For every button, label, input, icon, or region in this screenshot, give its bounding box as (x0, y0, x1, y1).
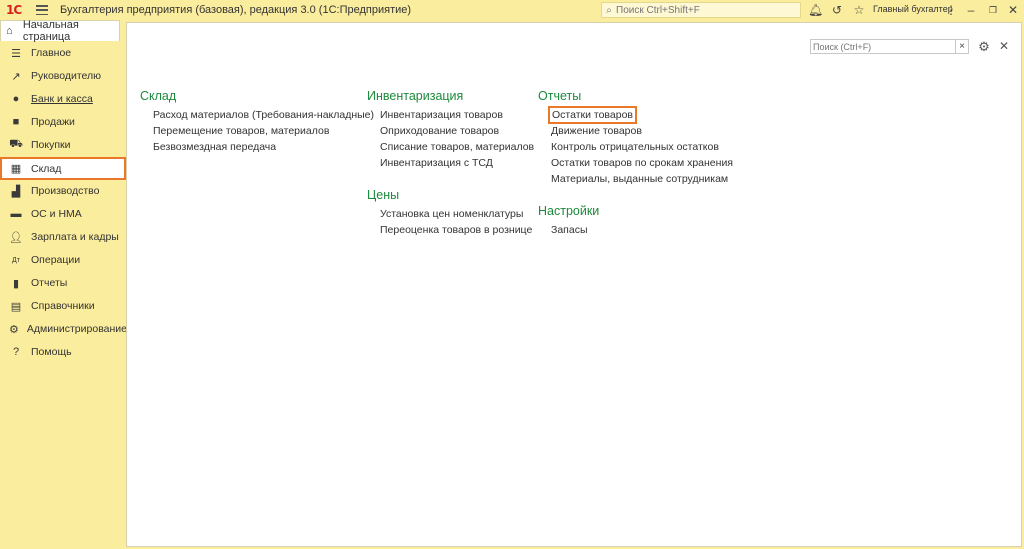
main-menu-icon[interactable] (36, 5, 48, 15)
link-goods-movement[interactable]: Движение товаров (551, 125, 642, 137)
link-inventory-tsd[interactable]: Инвентаризация с ТСД (380, 157, 493, 169)
factory-icon: ▟ (11, 185, 21, 198)
dt-kt-icon: Дт (12, 256, 20, 264)
person-icon: 👤︎ (9, 231, 23, 244)
sidebar-item-label: Производство (31, 185, 100, 197)
warehouse-grid-icon: ▦ (10, 163, 22, 175)
settings-gear-icon[interactable]: ⚙ (977, 39, 991, 54)
sidebar-item-sales[interactable]: ■ Продажи (0, 111, 126, 133)
sidebar-item-reports[interactable]: ▮ Отчеты (0, 272, 126, 294)
sidebar-item-label: Склад (31, 162, 62, 175)
link-material-issue[interactable]: Расход материалов (Требования-накладные) (153, 109, 374, 121)
link-goods-receipt[interactable]: Оприходование товаров (380, 125, 499, 137)
title-bar: 1С Бухгалтерия предприятия (базовая), ре… (0, 0, 1024, 20)
book-icon: ▤ (10, 300, 22, 313)
sidebar-item-label: ОС и НМА (31, 208, 82, 220)
close-window-icon[interactable]: ✕ (1006, 3, 1020, 17)
sidebar-item-help[interactable]: ? Помощь (0, 341, 126, 363)
current-user[interactable]: Главный бухгалтер (873, 4, 953, 14)
sidebar-item-label: Помощь (31, 346, 72, 358)
history-icon[interactable]: ↺ (830, 3, 844, 17)
bar-chart-icon: ▮ (12, 277, 20, 290)
search-icon: ⌕ (606, 4, 612, 16)
sidebar-item-production[interactable]: ▟ Производство (0, 180, 126, 202)
question-icon: ? (12, 346, 20, 358)
sidebar-item-salary[interactable]: 👤︎ Зарплата и кадры (0, 226, 126, 248)
local-search[interactable] (810, 39, 958, 54)
link-goods-transfer[interactable]: Перемещение товаров, материалов (153, 125, 329, 137)
link-retail-revaluation[interactable]: Переоценка товаров в рознице (380, 224, 532, 236)
section-title-warehouse: Склад (140, 89, 177, 103)
sidebar-item-operations[interactable]: Дт Операции (0, 249, 126, 271)
link-goods-writeoff[interactable]: Списание товаров, материалов (380, 141, 534, 153)
more-icon[interactable]: ⋮ (944, 3, 958, 17)
sidebar-item-directories[interactable]: ▤ Справочники (0, 295, 126, 317)
global-search[interactable]: ⌕ (601, 2, 801, 18)
tab-home[interactable]: ⌂ Начальная страница (0, 19, 120, 43)
sidebar-item-purchases[interactable]: ⛟ Покупки (0, 134, 126, 156)
link-set-prices[interactable]: Установка цен номенклатуры (380, 208, 523, 220)
link-free-transfer[interactable]: Безвозмездная передача (153, 141, 276, 153)
sidebar-item-label: Руководителю (31, 70, 102, 82)
home-icon: ⌂ (6, 25, 13, 37)
sidebar-item-bank[interactable]: ● Банк и касса (0, 88, 126, 110)
bag-icon: ■ (12, 116, 20, 128)
menu-lines-icon: ☰ (11, 47, 21, 60)
sidebar-item-manager[interactable]: ↗ Руководителю (0, 65, 126, 87)
link-goods-balance[interactable]: Остатки товаров (548, 106, 637, 124)
tab-home-label: Начальная страница (22, 19, 79, 43)
sidebar-item-label: Операции (31, 254, 81, 266)
link-stocks-settings[interactable]: Запасы (551, 224, 588, 236)
section-title-settings: Настройки (538, 204, 600, 218)
link-balance-by-shelf-life[interactable]: Остатки товаров по срокам хранения (551, 157, 733, 169)
star-icon[interactable]: ☆ (852, 3, 866, 17)
global-search-input[interactable] (616, 4, 796, 16)
sidebar-item-admin[interactable]: ⚙ Администрирование (0, 318, 127, 340)
sidebar-item-label: Администрирование (26, 323, 127, 335)
section-title-prices: Цены (367, 188, 400, 202)
main-panel: × ⚙ ✕ Склад Расход материалов (Требовани… (126, 22, 1022, 547)
sidebar-item-label: Банк и касса (31, 93, 93, 105)
clear-search-button[interactable]: × (955, 39, 969, 54)
sidebar-item-label: Продажи (31, 116, 75, 128)
trend-icon: ↗ (11, 70, 21, 83)
sidebar-item-label: Зарплата и кадры (31, 231, 119, 243)
sidebar: ☰ Главное ↗ Руководителю ● Банк и касса … (0, 42, 127, 549)
coin-icon: ● (12, 93, 20, 105)
section-title-reports: Отчеты (538, 89, 582, 103)
sidebar-item-label: Справочники (31, 300, 95, 312)
sidebar-item-label: Главное (31, 47, 72, 59)
link-inventory-goods[interactable]: Инвентаризация товаров (380, 109, 503, 121)
sidebar-item-main[interactable]: ☰ Главное (0, 42, 126, 64)
bell-icon[interactable]: 🔔︎ (808, 3, 823, 17)
app-title: Бухгалтерия предприятия (базовая), редак… (60, 4, 412, 16)
sidebar-item-warehouse[interactable]: ▦ Склад (0, 157, 126, 180)
gear-icon: ⚙ (9, 323, 19, 336)
1c-logo: 1С (6, 3, 22, 17)
cart-icon: ⛟ (9, 138, 23, 150)
sidebar-item-label: Покупки (31, 139, 71, 151)
minimize-icon[interactable]: – (964, 3, 978, 17)
section-title-inventory: Инвентаризация (367, 89, 464, 103)
restore-icon[interactable]: ❐ (986, 3, 1000, 17)
link-materials-issued-to-staff[interactable]: Материалы, выданные сотрудникам (551, 173, 728, 185)
link-negative-balance-control[interactable]: Контроль отрицательных остатков (551, 141, 719, 153)
sidebar-item-assets[interactable]: ▬ ОС и НМА (0, 203, 126, 225)
truck-icon: ▬ (10, 208, 22, 220)
sidebar-item-label: Отчеты (31, 277, 68, 289)
close-icon[interactable]: ✕ (997, 39, 1011, 54)
local-search-input[interactable] (811, 40, 951, 53)
